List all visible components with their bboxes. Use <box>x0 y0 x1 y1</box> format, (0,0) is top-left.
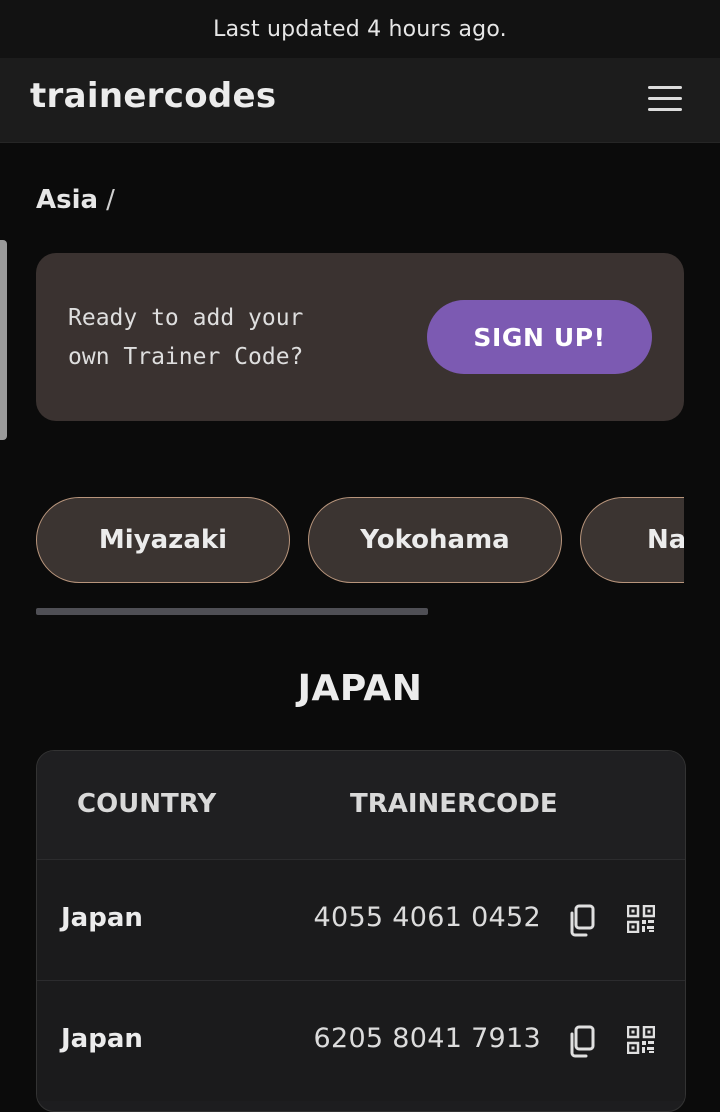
row-country: Japan <box>61 1024 143 1054</box>
site-header: trainercodes <box>0 58 720 143</box>
copy-icon[interactable] <box>566 1025 596 1059</box>
city-chip-yokohama[interactable]: Yokohama <box>308 497 562 583</box>
update-banner: Last updated 4 hours ago. <box>0 0 720 58</box>
breadcrumb-region-link[interactable]: Asia <box>36 185 98 215</box>
row-country: Japan <box>61 903 143 933</box>
signup-button[interactable]: SIGN UP! <box>427 300 652 374</box>
copy-icon[interactable] <box>566 904 596 938</box>
site-logo[interactable]: trainercodes <box>30 76 276 116</box>
city-chips[interactable]: Miyazaki Yokohama Na <box>36 496 684 588</box>
signup-card: Ready to add your own Trainer Code? SIGN… <box>36 253 684 421</box>
breadcrumb-separator: / <box>106 185 115 215</box>
breadcrumb: Asia / <box>36 185 115 215</box>
section-title: JAPAN <box>297 668 423 709</box>
column-header-trainercode: TRAINERCODE <box>350 789 558 819</box>
row-trainer-code: 6205 8041 7913 <box>313 1023 541 1054</box>
city-chip-partial[interactable]: Na <box>580 497 684 583</box>
update-banner-text: Last updated 4 hours ago. <box>213 16 507 42</box>
signup-prompt: Ready to add your own Trainer Code? <box>68 305 304 370</box>
table-header: COUNTRY TRAINERCODE <box>37 751 685 859</box>
table-row: Japan 6205 8041 7913 <box>37 980 685 1101</box>
page-scrollbar[interactable] <box>0 240 7 440</box>
qr-code-icon[interactable] <box>626 1025 656 1055</box>
row-trainer-code: 4055 4061 0452 <box>313 902 541 933</box>
column-header-country: COUNTRY <box>77 789 217 819</box>
table-row: Japan 4055 4061 0452 <box>37 859 685 980</box>
trainer-code-table: COUNTRY TRAINERCODE Japan 4055 4061 0452 <box>36 750 686 1112</box>
city-chip-miyazaki[interactable]: Miyazaki <box>36 497 290 583</box>
hamburger-menu-icon[interactable] <box>648 84 686 116</box>
qr-code-icon[interactable] <box>626 904 656 934</box>
chips-scrollbar[interactable] <box>36 608 428 615</box>
